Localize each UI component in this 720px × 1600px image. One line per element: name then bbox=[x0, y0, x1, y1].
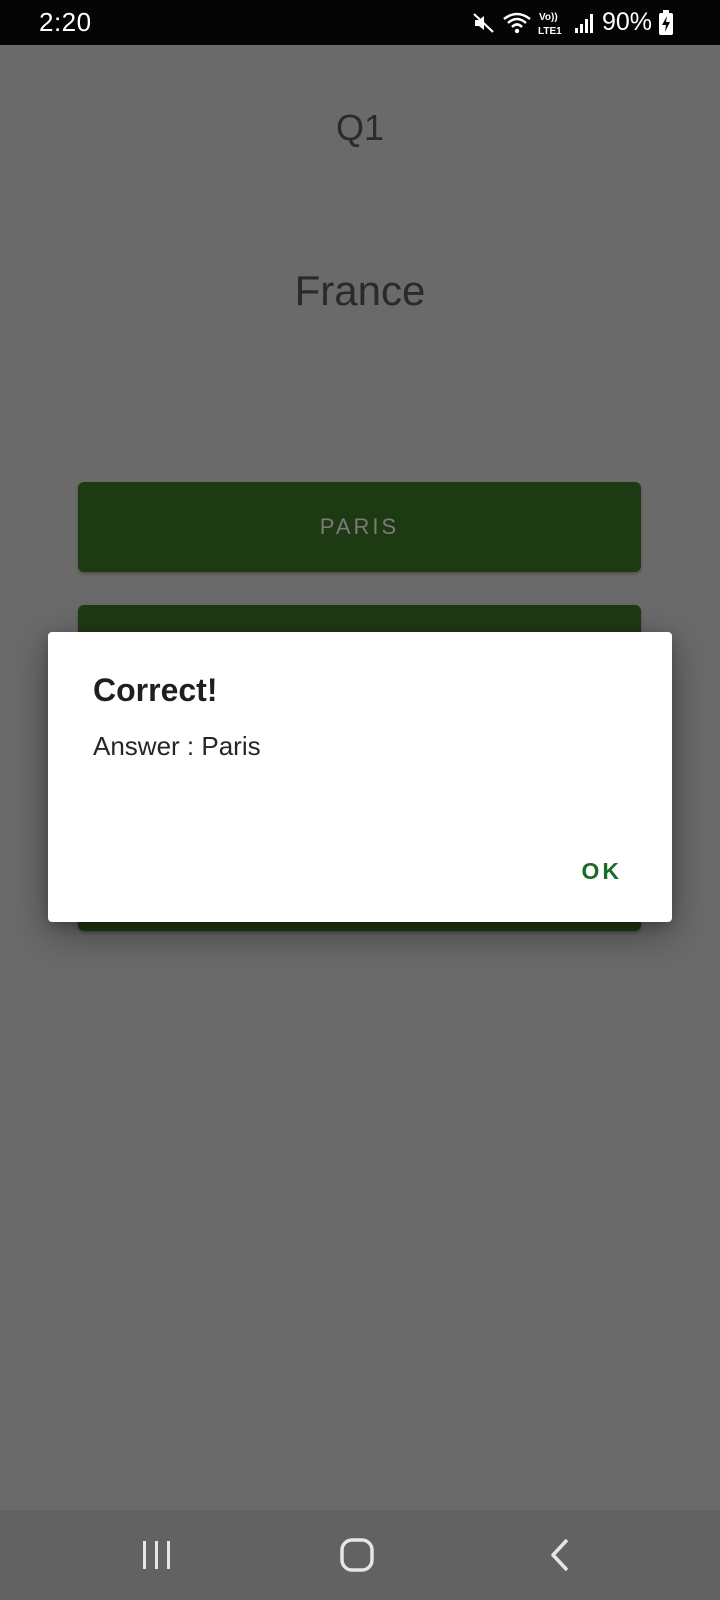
svg-text:Vo)): Vo)) bbox=[539, 12, 558, 23]
wifi-icon bbox=[503, 12, 531, 33]
status-time: 2:20 bbox=[39, 7, 92, 37]
status-bar: 2:20 Vo)) LTE1 90% bbox=[0, 0, 720, 45]
back-button[interactable] bbox=[500, 1510, 620, 1600]
result-dialog: Correct! Answer : Paris OK bbox=[48, 632, 672, 922]
status-icons: Vo)) LTE1 90% bbox=[472, 6, 674, 39]
home-button[interactable] bbox=[297, 1510, 417, 1600]
dialog-title: Correct! bbox=[93, 672, 218, 708]
battery-percent: 90% bbox=[601, 8, 652, 36]
battery-charging-icon bbox=[659, 9, 673, 35]
volte-lte-icon: Vo)) LTE1 bbox=[538, 12, 562, 37]
navigation-bar bbox=[0, 1510, 720, 1600]
question-number: Q1 bbox=[335, 107, 385, 148]
svg-text:LTE1: LTE1 bbox=[538, 26, 562, 37]
home-icon bbox=[340, 1538, 374, 1572]
recents-icon bbox=[143, 1541, 170, 1569]
dialog-message: Answer : Paris bbox=[93, 731, 261, 761]
country-name: France bbox=[294, 267, 426, 314]
answer-option-button[interactable]: PARIS bbox=[78, 482, 641, 572]
back-icon bbox=[551, 1538, 569, 1572]
ok-button[interactable]: OK bbox=[572, 852, 633, 891]
mute-icon bbox=[473, 12, 494, 33]
signal-icon bbox=[574, 13, 593, 33]
recents-button[interactable] bbox=[97, 1510, 217, 1600]
